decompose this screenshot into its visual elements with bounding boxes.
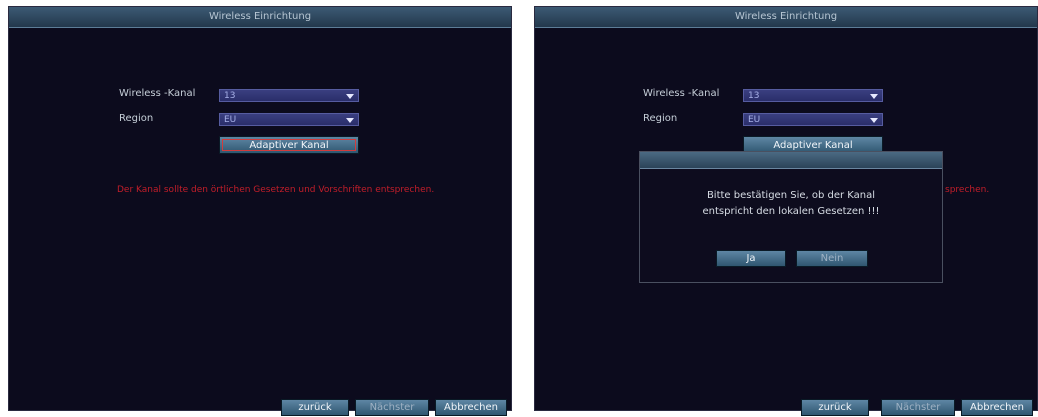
window-title: Wireless Einrichtung	[9, 7, 511, 28]
yes-button[interactable]: Ja	[716, 250, 786, 267]
yes-button-label: Ja	[746, 253, 756, 264]
region-label: Region	[643, 113, 678, 124]
region-value: EU	[224, 115, 237, 125]
back-button[interactable]: zurück	[281, 399, 349, 416]
next-button-label: Nächster	[895, 402, 941, 413]
window-title: Wireless Einrichtung	[535, 7, 1037, 28]
back-button[interactable]: zurück	[801, 399, 869, 416]
dialog-message: Bitte bestätigen Sie, ob der Kanal entsp…	[640, 188, 942, 220]
dialog-message-line2: entspricht den lokalen Gesetzen !!!	[702, 206, 880, 217]
back-button-label: zurück	[818, 402, 852, 413]
no-button[interactable]: Nein	[796, 250, 868, 267]
confirm-dialog: Bitte bestätigen Sie, ob der Kanal entsp…	[639, 151, 943, 283]
cancel-button[interactable]: Abbrechen	[435, 399, 507, 416]
wireless-setup-panel-left: Wireless Einrichtung Wireless -Kanal 13 …	[8, 6, 512, 416]
dropdown-arrow-icon	[870, 94, 878, 99]
dialog-message-line1: Bitte bestätigen Sie, ob der Kanal	[706, 190, 876, 201]
wireless-channel-value: 13	[224, 91, 236, 101]
wireless-channel-select[interactable]: 13	[219, 89, 359, 102]
dialog-title-bar	[640, 152, 942, 169]
regulation-warning: Der Kanal sollte den örtlichen Gesetzen …	[117, 185, 435, 195]
cancel-button[interactable]: Abbrechen	[961, 399, 1033, 416]
wireless-setup-panel-right: Wireless Einrichtung Wireless -Kanal 13 …	[534, 6, 1038, 416]
region-label: Region	[119, 113, 154, 124]
cancel-button-label: Abbrechen	[970, 402, 1024, 413]
wireless-channel-label: Wireless -Kanal	[643, 88, 720, 99]
wireless-channel-select[interactable]: 13	[743, 89, 883, 102]
regulation-warning-partial: sprechen.	[945, 185, 990, 195]
wireless-channel-value: 13	[748, 91, 760, 101]
region-value: EU	[748, 115, 761, 125]
dropdown-arrow-icon	[346, 118, 354, 123]
dropdown-arrow-icon	[870, 118, 878, 123]
dropdown-arrow-icon	[346, 94, 354, 99]
adaptive-channel-button-label: Adaptiver Kanal	[222, 139, 356, 151]
next-button[interactable]: Nächster	[355, 399, 429, 416]
next-button[interactable]: Nächster	[881, 399, 955, 416]
cancel-button-label: Abbrechen	[444, 402, 498, 413]
no-button-label: Nein	[820, 253, 844, 264]
region-select[interactable]: EU	[743, 113, 883, 126]
wireless-channel-label: Wireless -Kanal	[119, 88, 196, 99]
region-select[interactable]: EU	[219, 113, 359, 126]
back-button-label: zurück	[298, 402, 332, 413]
next-button-label: Nächster	[369, 402, 415, 413]
adaptive-channel-button-label: Adaptiver Kanal	[773, 139, 853, 151]
adaptive-channel-button[interactable]: Adaptiver Kanal	[219, 136, 359, 154]
